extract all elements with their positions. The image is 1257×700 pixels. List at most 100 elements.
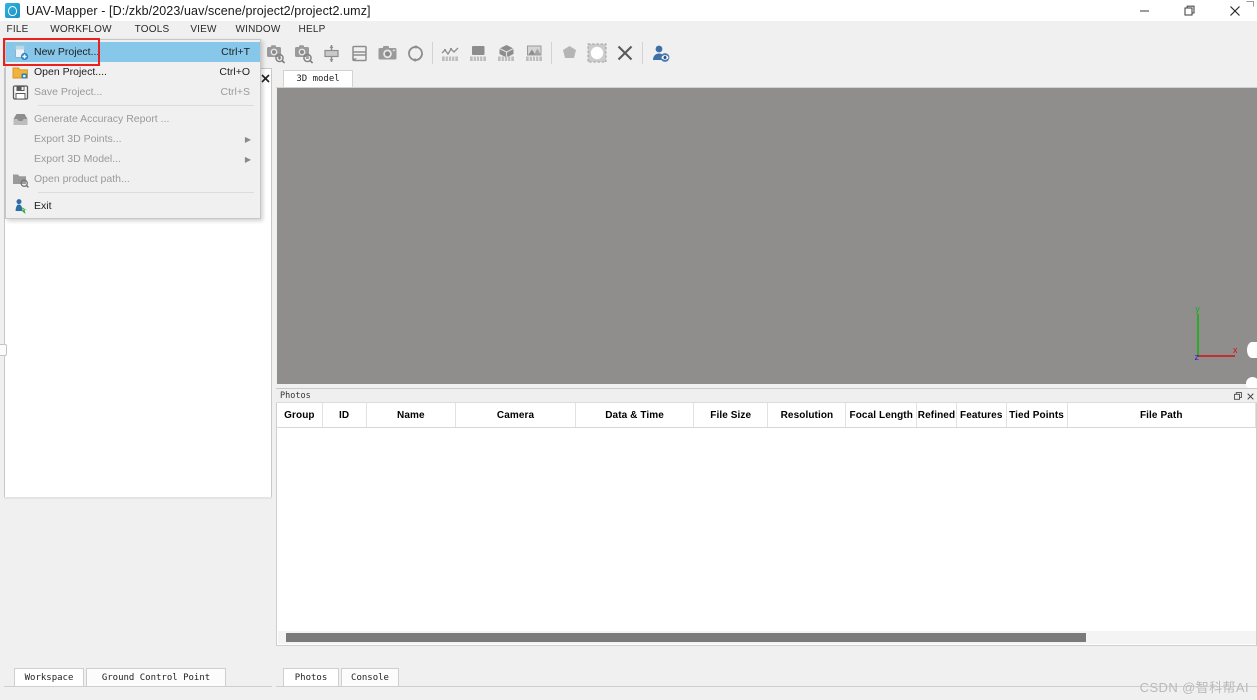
file-menu-item-label: Open Project.... [34, 66, 107, 78]
toolbar-separator-1 [432, 42, 433, 64]
file-menu-item-shortcut: Ctrl+S [220, 86, 250, 98]
remove-photos-icon[interactable] [289, 39, 317, 67]
file-menu-item-shortcut: Ctrl+O [219, 66, 250, 78]
uav-mapper-logo-icon [5, 3, 20, 18]
mesh-model-icon[interactable] [492, 39, 520, 67]
menu-item-no-icon [6, 149, 34, 169]
menu-view[interactable]: VIEW [187, 21, 220, 38]
file-menu-item-label: New Project... [34, 46, 100, 58]
photos-column-header[interactable]: Data & Time [576, 403, 695, 427]
report-icon [6, 109, 34, 129]
file-menu-item[interactable]: New Project... Ctrl+T [6, 42, 260, 62]
workspace-tab-bar: Workspace Ground Control Point [4, 668, 272, 686]
menu-window[interactable]: WINDOW [234, 21, 282, 38]
toolbar-separator-3 [642, 42, 643, 64]
menu-bar: FILE WORKFLOW TOOLS VIEW WINDOW HELP [0, 21, 1257, 38]
file-menu-item-label: Generate Accuracy Report ... [34, 113, 170, 125]
photos-scrollbar-thumb[interactable] [286, 633, 1086, 642]
csdn-watermark: CSDN @智科帮AI [1139, 680, 1249, 695]
maximize-restore-button[interactable] [1167, 0, 1212, 21]
photos-dock-controls [1233, 389, 1255, 403]
photos-column-header[interactable]: ID [323, 403, 367, 427]
file-menu-item-label: Exit [34, 200, 52, 212]
menu-help[interactable]: HELP [296, 21, 328, 38]
menu-workflow[interactable]: WORKFLOW [45, 21, 117, 38]
3d-viewport[interactable]: y x z [277, 88, 1257, 390]
tab-photos[interactable]: Photos [283, 668, 339, 686]
photos-table[interactable]: Group ID Name Camera Data & Time File Size Res… [276, 403, 1257, 646]
dense-cloud-icon[interactable] [464, 39, 492, 67]
document-tab-bar: 3D model [276, 70, 1257, 88]
toolbar-buttons [261, 39, 674, 67]
tab-3d-model[interactable]: 3D model [283, 70, 353, 88]
minimize-button[interactable] [1122, 0, 1167, 21]
photos-column-header[interactable]: Group [277, 403, 323, 427]
user-account-icon[interactable] [646, 39, 674, 67]
tab-console[interactable]: Console [341, 668, 399, 686]
photos-column-header[interactable]: Focal Length [846, 403, 917, 427]
menu-separator [38, 105, 254, 106]
add-photos-icon[interactable] [261, 39, 289, 67]
save-project-icon [6, 82, 34, 102]
file-menu-item[interactable]: Generate Accuracy Report ... [6, 109, 260, 129]
delete-icon[interactable] [611, 39, 639, 67]
photos-column-header[interactable]: Refined [917, 403, 957, 427]
file-menu-item[interactable]: Save Project... Ctrl+S [6, 82, 260, 102]
axis-gizmo-icon: y x z [1195, 304, 1239, 362]
photos-column-header[interactable]: Resolution [768, 403, 847, 427]
align-photos-icon[interactable] [317, 39, 345, 67]
open-folder-icon [6, 169, 34, 189]
file-menu-item-label: Export 3D Model... [34, 153, 121, 165]
file-menu-item[interactable]: Export 3D Model... ▶ [6, 149, 260, 169]
file-menu-item-label: Save Project... [34, 86, 103, 98]
photos-column-header[interactable]: Name [367, 403, 457, 427]
window-title: UAV-Mapper - [D:/zkb/2023/uav/scene/proj… [26, 3, 371, 18]
file-menu-item-shortcut: Ctrl+T [221, 46, 250, 58]
tab-ground-control-point[interactable]: Ground Control Point [86, 668, 226, 686]
uav-mapper-window: UAV-Mapper - [D:/zkb/2023/uav/scene/proj… [0, 0, 1257, 700]
status-bar [0, 687, 1257, 700]
file-menu-dropdown[interactable]: New Project... Ctrl+T Open Project.... Ctrl… [5, 39, 261, 219]
file-menu-item-label: Export 3D Points... [34, 133, 122, 145]
photos-column-header[interactable]: File Size [694, 403, 769, 427]
dsm-orthophoto-icon[interactable] [520, 39, 548, 67]
svg-text:z: z [1195, 352, 1200, 362]
photos-dock-title: Photos [280, 391, 311, 401]
photos-column-header[interactable]: Features [957, 403, 1007, 427]
polygon-icon[interactable] [555, 39, 583, 67]
refresh-icon[interactable] [401, 39, 429, 67]
file-menu-item[interactable]: Exit [6, 196, 260, 216]
file-menu-item-label: Open product path... [34, 173, 130, 185]
submenu-arrow-icon: ▶ [244, 154, 251, 164]
svg-text:y: y [1195, 304, 1200, 314]
workspace-panel-shadow [4, 497, 272, 499]
photos-dock-titlebar: Photos [276, 388, 1257, 403]
photos-column-header[interactable]: File Path [1068, 403, 1256, 427]
open-project-icon [6, 62, 34, 82]
submenu-arrow-icon: ▶ [244, 134, 251, 144]
panel-splitter-handle[interactable] [0, 344, 7, 356]
menu-item-no-icon [6, 129, 34, 149]
photos-column-header[interactable]: Tied Points [1007, 403, 1068, 427]
file-menu-item[interactable]: Open product path... [6, 169, 260, 189]
photos-column-header[interactable]: Camera [456, 403, 577, 427]
float-panel-icon[interactable] [1233, 391, 1242, 401]
photos-table-header: Group ID Name Camera Data & Time File Size Res… [277, 403, 1256, 428]
menu-separator [38, 192, 254, 193]
camera-icon[interactable] [373, 39, 401, 67]
file-menu-item[interactable]: Export 3D Points... ▶ [6, 129, 260, 149]
svg-text:x: x [1233, 345, 1238, 355]
exit-icon [6, 196, 34, 216]
sparse-cloud-icon[interactable] [436, 39, 464, 67]
photos-horizontal-scrollbar[interactable] [278, 631, 1256, 644]
menu-file[interactable]: FILE [0, 21, 35, 38]
title-bar-left: UAV-Mapper - [D:/zkb/2023/uav/scene/proj… [0, 0, 371, 21]
window-controls [1122, 0, 1257, 21]
menu-tools[interactable]: TOOLS [133, 21, 171, 38]
batch-process-icon[interactable] [345, 39, 373, 67]
close-panel-icon[interactable] [1246, 391, 1255, 401]
file-menu-item[interactable]: Open Project.... Ctrl+O [6, 62, 260, 82]
clip-region-icon[interactable] [583, 39, 611, 67]
tab-workspace[interactable]: Workspace [14, 668, 84, 686]
viewport-nav-handle[interactable] [1247, 342, 1257, 358]
